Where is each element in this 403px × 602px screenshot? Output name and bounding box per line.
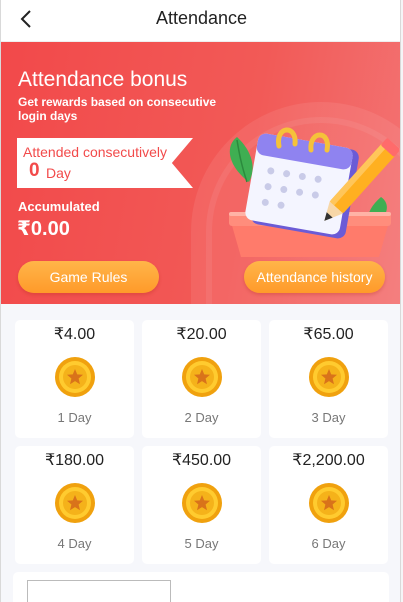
game-rules-button[interactable]: Game Rules bbox=[18, 261, 159, 293]
reward-card-day-1[interactable]: ₹4.00 1 Day bbox=[15, 320, 134, 438]
accumulated-value: ₹0.00 bbox=[17, 218, 70, 240]
hero-subtitle: Get rewards based on consecutive login d… bbox=[18, 95, 217, 123]
gold-coin-icon bbox=[309, 483, 349, 523]
attendance-history-button[interactable]: Attendance history bbox=[244, 261, 385, 293]
reward-day: 2 Day bbox=[184, 410, 219, 425]
app-frame: Attendance Attendance bonus Get rewards … bbox=[0, 0, 401, 602]
attendance-hero-banner: Attendance bonus Get rewards based on co… bbox=[1, 42, 400, 304]
reward-card-day-5[interactable]: ₹450.00 5 Day bbox=[142, 446, 261, 564]
calendar-pencil-illustration bbox=[229, 127, 399, 257]
gold-coin-icon bbox=[55, 483, 95, 523]
reward-card-day-7[interactable] bbox=[13, 572, 389, 602]
reward-image-placeholder bbox=[27, 580, 171, 602]
reward-card-day-6[interactable]: ₹2,200.00 6 Day bbox=[269, 446, 388, 564]
reward-amount: ₹4.00 bbox=[53, 326, 96, 343]
reward-day: 6 Day bbox=[311, 536, 346, 551]
accumulated-label: Accumulated bbox=[18, 199, 100, 214]
gold-coin-icon bbox=[55, 357, 95, 397]
page-title: Attendance bbox=[155, 8, 248, 28]
days-unit: Day bbox=[46, 165, 71, 181]
top-bar: Attendance bbox=[1, 0, 400, 42]
reward-day: 5 Day bbox=[184, 536, 219, 551]
consecutive-days-count: 0 bbox=[29, 160, 40, 181]
gold-coin-icon bbox=[182, 483, 222, 523]
reward-day: 4 Day bbox=[57, 536, 92, 551]
reward-card-day-2[interactable]: ₹20.00 2 Day bbox=[142, 320, 261, 438]
reward-day: 3 Day bbox=[311, 410, 346, 425]
reward-card-day-4[interactable]: ₹180.00 4 Day bbox=[15, 446, 134, 564]
consecutive-days-ribbon: Attended consecutively 0 Day bbox=[17, 138, 193, 188]
rewards-grid: ₹4.00 1 Day ₹20.00 2 Day ₹65.00 3 Day ₹1… bbox=[1, 304, 400, 602]
reward-amount: ₹20.00 bbox=[176, 326, 227, 343]
reward-amount: ₹450.00 bbox=[171, 452, 232, 469]
reward-card-day-3[interactable]: ₹65.00 3 Day bbox=[269, 320, 388, 438]
reward-amount: ₹180.00 bbox=[44, 452, 105, 469]
reward-amount: ₹2,200.00 bbox=[292, 452, 365, 469]
hero-title: Attendance bonus bbox=[18, 68, 188, 91]
gold-coin-icon bbox=[309, 357, 349, 397]
reward-amount: ₹65.00 bbox=[303, 326, 354, 343]
reward-day: 1 Day bbox=[57, 410, 92, 425]
gold-coin-icon bbox=[182, 357, 222, 397]
ribbon-label: Attended consecutively bbox=[23, 144, 167, 160]
